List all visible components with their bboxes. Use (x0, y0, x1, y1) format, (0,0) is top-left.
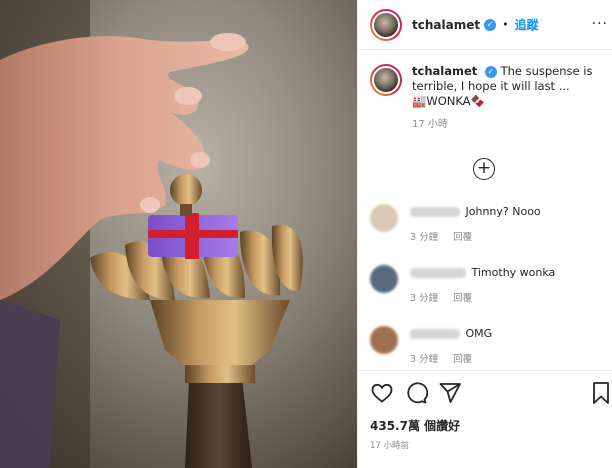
comment-item: Johnny? Nooo 3 分鐘 回覆 (370, 204, 610, 243)
likes-count[interactable]: 435.7萬 個讚好 (370, 417, 460, 434)
post-caption: tchalamet ✓ The suspense is terrible, I … (370, 64, 610, 130)
paper-plane-icon[interactable] (438, 381, 462, 405)
comment-avatar[interactable] (370, 204, 398, 232)
action-icons (370, 381, 462, 405)
reply-button[interactable]: 回覆 (453, 293, 472, 304)
comment-avatar[interactable] (370, 326, 398, 354)
caption-timestamp[interactable]: 17 小時 (412, 115, 610, 130)
post-header: tchalamet ✓ • 追蹤 ··· (358, 0, 612, 50)
comment-body: OMG (410, 326, 610, 341)
comment-username-blurred[interactable] (410, 329, 460, 339)
caption-verified-badge-icon: ✓ (484, 65, 497, 78)
comment-body: Johnny? Nooo (410, 204, 610, 219)
separator-dot: • (502, 18, 509, 31)
more-options-icon[interactable]: ··· (592, 16, 608, 32)
comment-item: Timothy wonka 3 分鐘 回覆 (370, 265, 610, 304)
author-username[interactable]: tchalamet (412, 18, 480, 32)
author-avatar[interactable] (370, 8, 402, 41)
photo-illustration (0, 0, 357, 468)
load-more-comments-icon[interactable]: + (473, 158, 495, 180)
comment-text: Johnny? Nooo (465, 205, 541, 218)
bookmark-icon[interactable] (591, 381, 611, 405)
caption-body: tchalamet ✓ The suspense is terrible, I … (412, 64, 610, 109)
comment-body: Timothy wonka (410, 265, 610, 280)
comment-avatar[interactable] (370, 265, 398, 293)
comment-meta: 3 分鐘 回覆 (410, 229, 610, 243)
comment-text: Timothy wonka (471, 266, 556, 279)
comment-meta: 3 分鐘 回覆 (410, 290, 610, 304)
comment-text: OMG (465, 327, 493, 340)
comment-item: OMG 3 分鐘 回覆 (370, 326, 610, 365)
follow-button[interactable]: 追蹤 (515, 16, 539, 33)
reply-button[interactable]: 回覆 (453, 232, 472, 243)
comment-username-blurred[interactable] (410, 268, 466, 278)
heart-icon[interactable] (370, 381, 394, 405)
comment-time[interactable]: 3 分鐘 (410, 232, 438, 243)
comment-icon[interactable] (404, 381, 428, 405)
caption-emoji-line: 🏭WONKA🍫 (412, 94, 485, 108)
post-sidebar: tchalamet ✓ • 追蹤 ··· tchalamet ✓ The sus… (357, 0, 612, 468)
post-actions: 435.7萬 個讚好 17 小時前 (358, 370, 612, 468)
caption-avatar[interactable] (370, 64, 402, 96)
verified-badge-icon: ✓ (484, 18, 497, 31)
comment-time[interactable]: 3 分鐘 (410, 354, 438, 365)
posted-timestamp: 17 小時前 (370, 441, 410, 451)
post-photo[interactable] (0, 0, 357, 468)
comment-time[interactable]: 3 分鐘 (410, 293, 438, 304)
reply-button[interactable]: 回覆 (453, 354, 472, 365)
caption-username[interactable]: tchalamet (412, 64, 477, 78)
comment-meta: 3 分鐘 回覆 (410, 351, 610, 365)
comment-username-blurred[interactable] (410, 207, 460, 217)
instagram-post-window: tchalamet ✓ • 追蹤 ··· tchalamet ✓ The sus… (0, 0, 612, 468)
